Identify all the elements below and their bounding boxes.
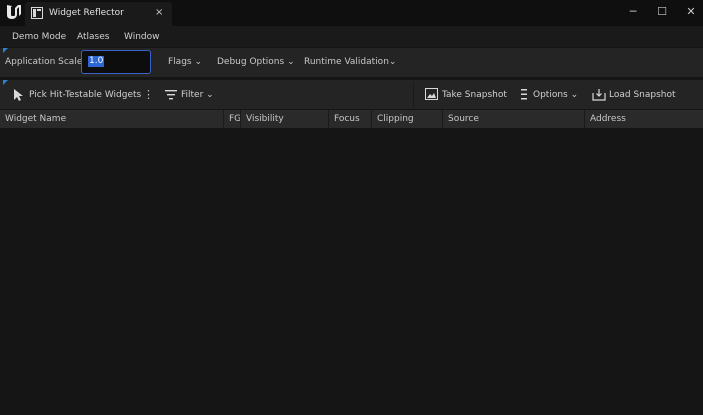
debug-options-dropdown[interactable]: Debug Options ⌄ — [217, 57, 295, 67]
toolbar-separator — [413, 82, 414, 107]
take-snapshot-button[interactable]: Take Snapshot — [442, 90, 507, 100]
chevron-down-icon: ⌄ — [388, 57, 397, 67]
options-dropdown[interactable]: Options ⌄ — [533, 90, 578, 100]
tab-close-icon[interactable]: × — [155, 7, 163, 18]
column-header-clipping[interactable]: Clipping — [371, 110, 442, 128]
minimize-icon[interactable]: ─ — [626, 5, 640, 19]
flags-label: Flags — [168, 57, 192, 67]
options-slider-icon — [521, 89, 527, 100]
menu-atlases[interactable]: Atlases — [77, 32, 109, 42]
pick-hit-testable-widgets-button[interactable]: Pick Hit-Testable Widgets — [29, 90, 141, 100]
runtime-validation-dropdown[interactable]: Runtime Validation⌄ — [304, 57, 396, 67]
application-scale-label: Application Scale: — [5, 57, 86, 67]
chevron-down-icon: ⌄ — [194, 57, 203, 67]
column-header-visibility[interactable]: Visibility — [240, 110, 328, 128]
column-header-focus[interactable]: Focus — [328, 110, 371, 128]
panel-corner-marker — [3, 48, 8, 53]
filter-icon — [165, 90, 177, 100]
column-header-widget-name[interactable]: Widget Name — [0, 110, 223, 128]
chevron-down-icon: ⌄ — [570, 90, 579, 100]
menu-window[interactable]: Window — [124, 32, 160, 42]
window-close-icon[interactable]: ✕ — [684, 5, 698, 19]
debug-options-label: Debug Options — [217, 57, 285, 67]
cursor-arrow-icon — [14, 89, 23, 101]
runtime-validation-label: Runtime Validation — [304, 57, 389, 67]
more-options-icon[interactable]: ⋮ — [143, 88, 154, 101]
column-header-fg[interactable]: FG — [223, 110, 241, 128]
column-header-source[interactable]: Source — [442, 110, 584, 128]
chevron-down-icon: ⌄ — [206, 90, 214, 100]
application-scale-value[interactable]: 1.0 — [88, 56, 105, 67]
widget-tree-list[interactable] — [0, 128, 703, 415]
options-label: Options — [533, 90, 568, 100]
flags-dropdown[interactable]: Flags ⌄ — [168, 57, 202, 67]
load-snapshot-button[interactable]: Load Snapshot — [609, 90, 676, 100]
filter-label: Filter — [181, 90, 204, 100]
tab-title: Widget Reflector — [49, 8, 124, 18]
load-snapshot-icon — [592, 89, 606, 101]
column-header-address[interactable]: Address — [584, 110, 703, 128]
widget-reflector-icon — [31, 7, 43, 19]
panel-corner-marker — [3, 80, 8, 85]
snapshot-image-icon — [425, 88, 438, 100]
chevron-down-icon: ⌄ — [287, 57, 295, 67]
maximize-icon[interactable]: ☐ — [655, 5, 669, 19]
unreal-logo-icon[interactable] — [4, 3, 22, 21]
filter-dropdown[interactable]: Filter ⌄ — [181, 90, 214, 100]
menu-demo-mode[interactable]: Demo Mode — [12, 32, 66, 42]
